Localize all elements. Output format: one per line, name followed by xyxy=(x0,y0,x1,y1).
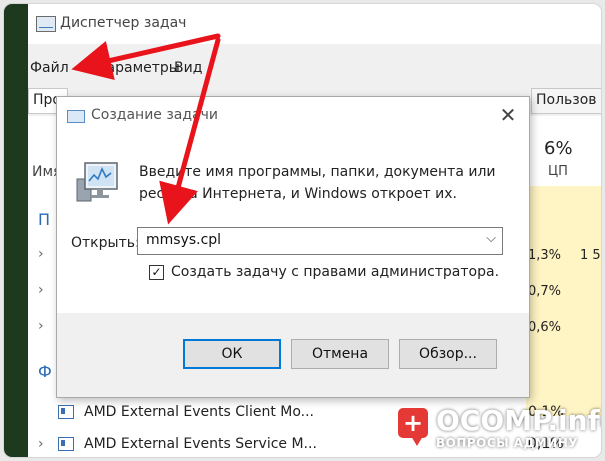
expand-chevron-icon[interactable]: › xyxy=(38,246,44,262)
menu-view[interactable]: Вид xyxy=(174,60,202,76)
screenshot-frame: Диспетчер задач Файл Параметры Вид Про П… xyxy=(4,4,601,457)
watermark-brand: OCOMP.info xyxy=(436,404,601,437)
browse-button[interactable]: Обзор... xyxy=(399,339,497,369)
dialog-titlebar: Создание задачи ✕ xyxy=(57,97,529,135)
row-cpu: 1,3% xyxy=(528,248,562,263)
dialog-body: Введите имя программы, папки, документа … xyxy=(57,135,529,313)
task-manager-large-icon xyxy=(76,162,118,202)
process-row[interactable]: AMD External Events Service M... 0,1% xyxy=(58,436,564,457)
expand-chevron-icon[interactable]: › xyxy=(38,318,44,334)
admin-checkbox-label[interactable]: Создать задачу с правами администратора. xyxy=(171,264,499,280)
plus-logo-icon: + xyxy=(398,408,428,438)
menu-file[interactable]: Файл xyxy=(30,60,69,76)
cpu-total-percent: 6% xyxy=(544,138,573,159)
row-cpu: 0,7% xyxy=(528,284,562,299)
process-name: AMD External Events Client Mo... xyxy=(84,404,315,420)
dialog-app-icon xyxy=(67,110,85,123)
row-cpu: 0,6% xyxy=(528,320,562,335)
task-manager-icon xyxy=(36,16,56,32)
tab-users[interactable]: Пользов xyxy=(531,88,601,114)
cancel-button[interactable]: Отмена xyxy=(291,339,389,369)
chevron-down-icon[interactable]: ⌵ xyxy=(486,231,496,246)
process-icon xyxy=(58,405,74,419)
ocomp-watermark: + OCOMP.info ВОПРОСЫ АДМИНУ xyxy=(378,402,601,456)
memory-column-highlight xyxy=(578,186,601,416)
command-combobox[interactable]: mmsys.cpl ⌵ xyxy=(137,227,503,255)
cpu-column-highlight xyxy=(526,186,578,416)
task-manager-titlebar: Диспетчер задач xyxy=(28,4,601,44)
group-apps-label: П xyxy=(38,210,51,229)
window-title: Диспетчер задач xyxy=(60,15,187,31)
process-name: AMD External Events Service M... xyxy=(84,436,317,452)
group-background-label: Ф xyxy=(38,362,52,381)
close-icon[interactable]: ✕ xyxy=(495,103,521,127)
command-value[interactable]: mmsys.cpl xyxy=(146,232,221,248)
open-label: Открыть: xyxy=(71,235,140,251)
admin-checkbox[interactable]: ✓ xyxy=(149,265,164,280)
process-row[interactable]: AMD External Events Client Mo... 0,1% xyxy=(58,404,564,426)
create-task-dialog: Создание задачи ✕ Введите имя программы,… xyxy=(56,96,530,398)
ok-button[interactable]: ОК xyxy=(183,339,281,369)
menu-params[interactable]: Параметры xyxy=(96,60,180,76)
row-memory: 1 53 xyxy=(580,248,601,263)
expand-chevron-icon[interactable]: › xyxy=(38,436,44,452)
logo-tail xyxy=(411,436,423,446)
column-header-cpu[interactable]: ЦП xyxy=(548,164,568,179)
dialog-instruction: Введите имя программы, папки, документа … xyxy=(139,164,496,202)
watermark-subtitle: ВОПРОСЫ АДМИНУ xyxy=(436,436,579,450)
process-icon xyxy=(58,437,74,451)
expand-chevron-icon[interactable]: › xyxy=(38,282,44,298)
desktop-background xyxy=(4,4,28,457)
dialog-title: Создание задачи xyxy=(91,107,219,123)
